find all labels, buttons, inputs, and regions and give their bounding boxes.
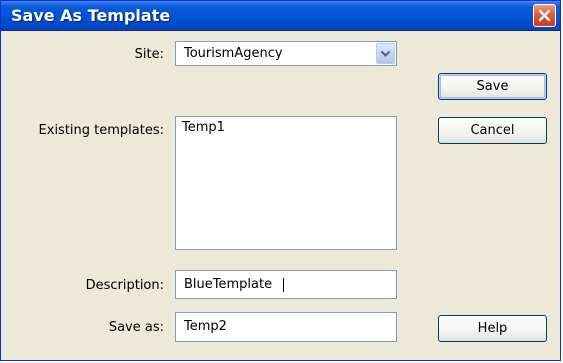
close-icon bbox=[538, 9, 551, 22]
save-as-value: Temp2 bbox=[184, 319, 227, 334]
close-button[interactable] bbox=[533, 4, 556, 27]
site-dropdown-button[interactable] bbox=[376, 43, 395, 64]
save-as-field[interactable]: Temp2 bbox=[175, 312, 397, 342]
save-as-label: Save as: bbox=[108, 320, 164, 335]
site-label: Site: bbox=[134, 47, 164, 62]
help-button[interactable]: Help bbox=[438, 315, 547, 342]
dialog-content: Site: TourismAgency Existing templates: … bbox=[1, 31, 560, 361]
existing-templates-list[interactable]: Temp1 bbox=[175, 116, 397, 250]
window-title: Save As Template bbox=[11, 6, 171, 25]
list-item[interactable]: Temp1 bbox=[182, 120, 225, 135]
text-cursor bbox=[283, 278, 284, 292]
save-as-template-dialog: Save As Template Site: TourismAgency Exi… bbox=[0, 0, 561, 361]
existing-templates-label: Existing templates: bbox=[38, 123, 164, 138]
site-select[interactable]: TourismAgency bbox=[175, 41, 397, 66]
description-field[interactable]: BlueTemplate bbox=[175, 270, 397, 299]
site-select-value: TourismAgency bbox=[184, 46, 283, 61]
title-bar[interactable]: Save As Template bbox=[1, 1, 560, 31]
description-value: BlueTemplate bbox=[184, 277, 273, 292]
description-label: Description: bbox=[85, 278, 164, 293]
chevron-down-icon bbox=[380, 50, 391, 57]
save-button[interactable]: Save bbox=[438, 73, 547, 100]
cancel-button[interactable]: Cancel bbox=[438, 117, 547, 144]
